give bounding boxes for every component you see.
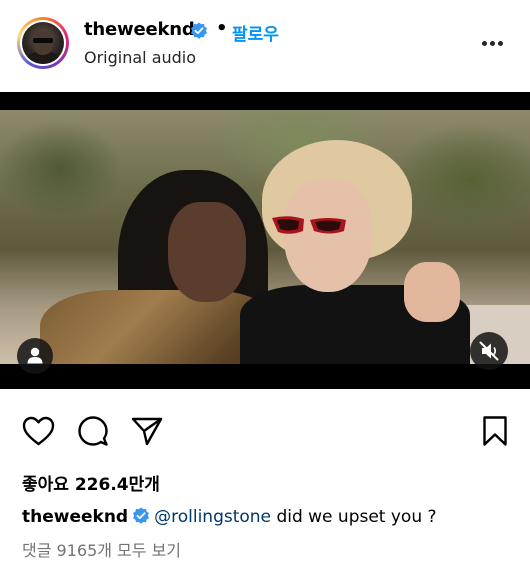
post-action-bar <box>0 410 530 454</box>
post-caption: theweeknd @rollingstone did we upset you… <box>22 507 437 527</box>
post-header: theweeknd • 팔로우 Original audio <box>0 0 530 92</box>
muted-speaker-icon[interactable] <box>470 332 508 370</box>
caption-mention-link[interactable]: @rollingstone <box>154 507 271 527</box>
header-separator: • <box>216 18 228 39</box>
video-frame <box>0 110 530 364</box>
video-red-sunglasses <box>272 216 346 234</box>
more-options-icon[interactable] <box>472 30 512 60</box>
tagged-people-icon[interactable] <box>17 338 53 374</box>
username-link[interactable]: theweeknd <box>84 19 195 40</box>
tagged-people-glyph <box>27 347 43 364</box>
likes-count[interactable]: 좋아요 226.4만개 <box>22 470 160 495</box>
bookmark-icon[interactable] <box>482 415 508 447</box>
follow-button[interactable]: 팔로우 <box>232 20 279 45</box>
avatar-photo <box>22 22 64 64</box>
heart-icon[interactable] <box>22 416 55 446</box>
video-hand <box>404 262 460 322</box>
view-all-comments-link[interactable]: 댓글 9165개 모두 보기 <box>22 537 181 561</box>
video-man-face <box>168 202 246 302</box>
avatar-figure-sunglasses <box>33 38 53 43</box>
caption-username[interactable]: theweeknd <box>22 507 128 527</box>
muted-speaker-glyph <box>479 341 499 361</box>
avatar-figure-face <box>33 31 53 55</box>
avatar[interactable] <box>17 17 69 69</box>
verified-badge-icon <box>133 507 150 524</box>
caption-text: did we upset you ? <box>276 507 437 527</box>
original-audio-link[interactable]: Original audio <box>84 48 196 67</box>
reel-video[interactable] <box>0 92 530 389</box>
paper-plane-icon[interactable] <box>131 416 163 446</box>
video-woman-face <box>284 180 372 292</box>
avatar-border <box>20 20 66 66</box>
comment-bubble-icon[interactable] <box>77 415 109 447</box>
verified-badge-icon <box>191 22 207 39</box>
